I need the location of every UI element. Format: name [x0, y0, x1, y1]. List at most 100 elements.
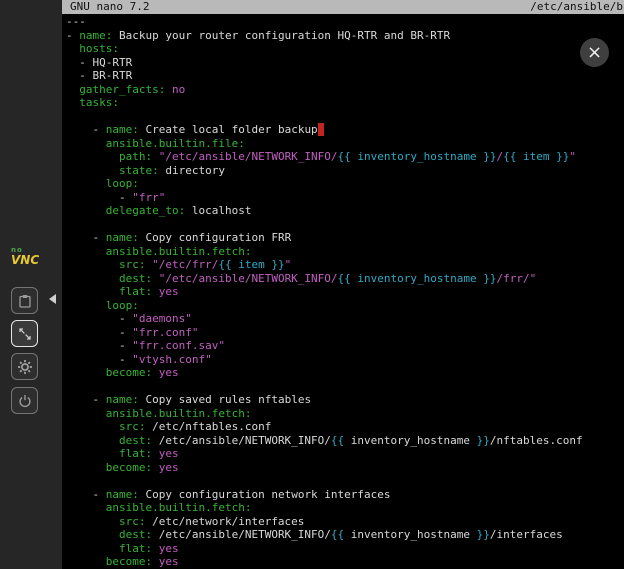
terminal-text-segment: -	[66, 29, 79, 42]
terminal-text-segment	[66, 204, 106, 217]
terminal-text-segment: ansible.builtin.fetch:	[106, 501, 252, 514]
terminal-text-segment: /etc/network/interfaces	[145, 515, 304, 528]
terminal-text-segment: /frr/"	[497, 272, 537, 285]
terminal-text-segment: src:	[119, 258, 146, 271]
terminal-text-segment: loop:	[106, 299, 139, 312]
terminal-line	[66, 218, 624, 232]
terminal-line: dest: /etc/ansible/NETWORK_INFO/{{ inven…	[66, 434, 624, 448]
terminal-text-segment: ansible.builtin.fetch:	[106, 245, 252, 258]
terminal-text-segment: localhost	[185, 204, 251, 217]
fullscreen-icon	[18, 327, 32, 341]
terminal-line: hosts:	[66, 42, 624, 56]
terminal-line: src: "/etc/frr/{{ item }}"	[66, 258, 624, 272]
terminal-text-segment: {{ item }}	[503, 150, 569, 163]
terminal-text-segment: name:	[106, 231, 139, 244]
terminal-text-segment: name:	[106, 488, 139, 501]
terminal-text-segment: "vtysh.conf"	[132, 353, 211, 366]
terminal-line: become: yes	[66, 366, 624, 380]
terminal-text-segment: Copy configuration network interfaces	[139, 488, 391, 501]
terminal-text-segment	[66, 542, 119, 555]
terminal-text-segment: dest:	[119, 434, 152, 447]
terminal-line	[66, 474, 624, 488]
terminal-line: - "frr.conf"	[66, 326, 624, 340]
terminal-text-segment: }}	[477, 434, 490, 447]
terminal-line: - "vtysh.conf"	[66, 353, 624, 367]
text-cursor	[318, 123, 325, 136]
terminal-text-segment: become:	[106, 555, 152, 568]
terminal-text-segment: "frr.conf.sav"	[132, 339, 225, 352]
settings-button[interactable]	[11, 353, 38, 380]
terminal-line	[66, 110, 624, 124]
terminal-text-segment: /etc/nftables.conf	[145, 420, 271, 433]
terminal-text-segment	[66, 285, 119, 298]
terminal-line: gather_facts: no	[66, 83, 624, 97]
terminal-line: - name: Copy saved rules nftables	[66, 393, 624, 407]
control-bar-handle[interactable]	[45, 292, 59, 306]
terminal-line: - name: Backup your router configuration…	[66, 29, 624, 43]
terminal-text-segment	[66, 501, 106, 514]
terminal-text-segment: -	[66, 353, 132, 366]
terminal-line: - name: Copy configuration network inter…	[66, 488, 624, 502]
terminal-text-segment: ansible.builtin.fetch:	[106, 407, 252, 420]
terminal-text-segment	[152, 150, 159, 163]
terminal-text-segment	[66, 299, 106, 312]
terminal-text-segment: become:	[106, 461, 152, 474]
terminal-line: loop:	[66, 299, 624, 313]
terminal-text-segment	[66, 42, 79, 55]
terminal-text-segment: -	[66, 191, 132, 204]
terminal-text-segment: yes	[152, 285, 179, 298]
terminal-content[interactable]: ---- name: Backup your router configurat…	[66, 15, 624, 569]
terminal-text-segment	[66, 177, 106, 190]
terminal-line: flat: yes	[66, 447, 624, 461]
terminal-text-segment: "	[569, 150, 576, 163]
terminal-text-segment: "daemons"	[132, 312, 192, 325]
terminal-text-segment: name:	[79, 29, 112, 42]
terminal-text-segment	[66, 366, 106, 379]
terminal-line: - HQ-RTR	[66, 56, 624, 70]
terminal-text-segment: delegate_to:	[106, 204, 185, 217]
clipboard-button[interactable]	[11, 287, 38, 314]
terminal-line: tasks:	[66, 96, 624, 110]
power-button[interactable]	[11, 387, 38, 414]
close-overlay-button[interactable]: ×	[580, 38, 609, 67]
fullscreen-button[interactable]	[11, 320, 38, 347]
terminal-line: dest: /etc/ansible/NETWORK_INFO/{{ inven…	[66, 528, 624, 542]
terminal-text-segment: name:	[106, 393, 139, 406]
terminal-line: src: /etc/network/interfaces	[66, 515, 624, 529]
terminal-text-segment	[66, 407, 106, 420]
terminal-text-segment: path:	[119, 150, 152, 163]
terminal-text-segment: state:	[119, 164, 159, 177]
terminal-line: src: /etc/nftables.conf	[66, 420, 624, 434]
terminal-text-segment: flat:	[119, 542, 152, 555]
terminal-line: path: "/etc/ansible/NETWORK_INFO/{{ inve…	[66, 150, 624, 164]
terminal-text-segment	[66, 96, 79, 109]
terminal-text-segment: "frr"	[132, 191, 165, 204]
terminal-text-segment: "/etc/frr/	[152, 258, 218, 271]
terminal-text-segment	[66, 83, 79, 96]
nano-titlebar: GNU nano 7.2 /etc/ansible/b	[62, 0, 624, 14]
terminal-text-segment: {{ item }}	[218, 258, 284, 271]
terminal-text-segment: "/etc/ansible/NETWORK_INFO/	[159, 150, 338, 163]
terminal-text-segment: gather_facts:	[79, 83, 165, 96]
terminal-text-segment	[152, 272, 159, 285]
terminal-line: ansible.builtin.fetch:	[66, 501, 624, 515]
terminal-line: flat: yes	[66, 285, 624, 299]
terminal-text-segment: -	[66, 123, 106, 136]
terminal-line: - "daemons"	[66, 312, 624, 326]
nano-filepath-label: /etc/ansible/b	[530, 0, 623, 14]
novnc-logo: no VNC	[11, 247, 39, 266]
terminal-text-segment	[66, 258, 119, 271]
terminal-text-segment	[66, 461, 106, 474]
terminal-line: ---	[66, 15, 624, 29]
terminal-line: - BR-RTR	[66, 69, 624, 83]
terminal-text-segment	[66, 420, 119, 433]
terminal-line: become: yes	[66, 461, 624, 475]
terminal-line: - "frr.conf.sav"	[66, 339, 624, 353]
terminal-text-segment: -	[66, 312, 132, 325]
terminal-line: ansible.builtin.fetch:	[66, 245, 624, 259]
terminal-text-segment	[66, 447, 119, 460]
terminal-text-segment: /nftables.conf	[490, 434, 583, 447]
terminal-text-segment: ansible.builtin.file:	[106, 137, 245, 150]
close-icon: ×	[587, 42, 602, 63]
terminal-text-segment: Copy saved rules nftables	[139, 393, 311, 406]
